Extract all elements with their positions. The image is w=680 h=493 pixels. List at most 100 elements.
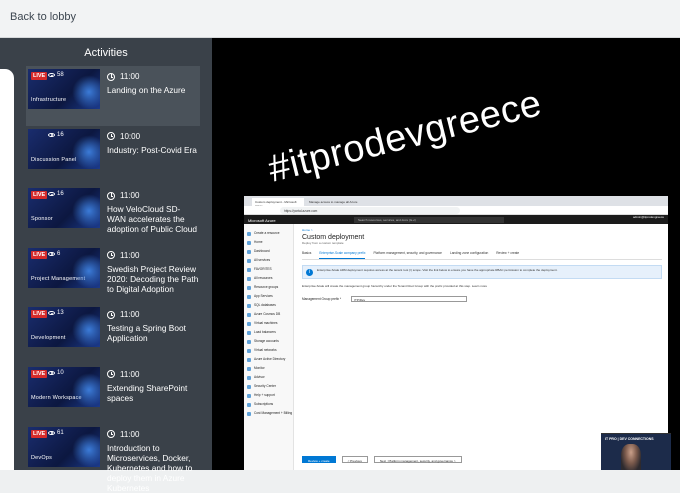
activity-item[interactable]: 16 Discussion Panel 10:00 Industry: Post… [26, 126, 200, 186]
activities-sidebar: Activities LIVE 58 Infrastructure 11:00 … [0, 38, 212, 493]
azure-user: admin@itprodevgreece [632, 215, 664, 219]
viewer-count: 61 [48, 430, 64, 436]
eye-icon [48, 370, 55, 375]
breadcrumb: Home > [302, 228, 313, 232]
viewer-count: 16 [48, 191, 64, 197]
hashtag-overlay: #itprodevgreece [264, 82, 546, 191]
azure-nav-item: SQL databases [244, 301, 293, 310]
eye-icon [48, 311, 55, 316]
browser-tab: Custom deployment - Microsoft Azure [252, 198, 304, 208]
eye-icon [48, 192, 55, 197]
info-banner: Enterprise-Scale ARM deployment requires… [302, 265, 662, 279]
thumbnail-track: Sponsor [31, 216, 53, 223]
activity-item[interactable]: LIVE 6 Project Management 11:00 Swedish … [26, 245, 200, 305]
activity-time: 11:00 [107, 310, 139, 319]
browser-tabs: Custom deployment - Microsoft Azure Mana… [244, 196, 668, 208]
azure-nav-item: All resources [244, 274, 293, 283]
back-to-lobby-link[interactable]: Back to lobby [10, 11, 76, 23]
wizard-step: Enterprise-Scale company prefix [319, 251, 366, 259]
activity-title: Industry: Post-Covid Era [107, 144, 197, 155]
live-badge: LIVE [31, 429, 48, 438]
presenter-avatar [621, 444, 641, 470]
eye-icon [48, 430, 55, 435]
live-badge: LIVE [31, 369, 48, 378]
activity-title: Landing on the Azure [107, 85, 186, 95]
prefix-field-label: Management Group prefix * [302, 297, 342, 301]
activity-title: Extending SharePoint spaces [107, 382, 188, 403]
wizard-step: Review + create [496, 251, 520, 255]
page-subtitle: Deploy from a custom template [302, 241, 344, 245]
thumbnail-track: Development [31, 335, 66, 342]
activity-time-value: 11:00 [120, 72, 140, 81]
activity-item[interactable]: LIVE 58 Infrastructure 11:00 Landing on … [26, 66, 200, 126]
azure-nav-item: Azure Cosmos DB [244, 310, 293, 319]
wizard-button: Review + create [302, 456, 336, 463]
azure-search: Search resources, services, and docs (G+… [354, 216, 504, 223]
azure-brand: Microsoft Azure [248, 217, 276, 223]
thumbnail-track: Project Management [31, 275, 86, 282]
activity-time: 11:00 [107, 251, 139, 260]
viewer-count-value: 6 [57, 250, 61, 257]
shared-browser-window: Custom deployment - Microsoft Azure Mana… [244, 196, 668, 470]
thumbnail-track: Discussion Panel [31, 156, 77, 163]
azure-nav-item: Advisor [244, 373, 293, 382]
clock-icon [107, 132, 115, 141]
clock-icon [107, 310, 115, 319]
clock-icon [107, 370, 115, 379]
activity-thumbnail: LIVE 61 DevOps [28, 426, 100, 467]
activity-time-value: 10:00 [120, 131, 141, 141]
activity-item[interactable]: LIVE 16 Sponsor 11:00 How VeloCloud SD-W… [26, 185, 200, 245]
azure-main: Home > Custom deployment Deploy from a c… [302, 228, 662, 302]
azure-nav-item: Resource groups [244, 283, 293, 292]
activity-title: Swedish Project Review 2020: Decoding th… [107, 263, 199, 294]
viewer-count: 58 [48, 72, 64, 78]
wizard-steps: Basics Enterprise-Scale company prefix Pla… [302, 251, 662, 260]
live-badge: LIVE [31, 310, 48, 319]
wizard-step: Landing zone configuration [449, 251, 489, 255]
video-stream[interactable]: #itprodevgreece Custom deployment - Micr… [212, 38, 680, 470]
azure-nav-item: Virtual networks [244, 346, 293, 355]
top-bar: Back to lobby [0, 0, 680, 38]
activity-time: 10:00 [107, 132, 140, 141]
activity-list: LIVE 58 Infrastructure 11:00 Landing on … [26, 66, 200, 493]
clock-icon [107, 430, 115, 439]
activity-item[interactable]: LIVE 10 Modern Workspace 11:00 Extending… [26, 364, 200, 424]
clock-icon [107, 72, 115, 81]
browser-tab: Manage access to manage all Azure [309, 200, 358, 204]
azure-nav: Create a resource Home Dashboard All servic… [244, 224, 294, 470]
activity-time-value: 11:00 [120, 369, 140, 379]
viewer-count: 13 [48, 310, 64, 316]
azure-nav-item: Home [244, 238, 293, 247]
eye-icon [48, 73, 55, 77]
prefix-field-row: Management Group prefix * ITPrDev [302, 296, 662, 302]
activity-item[interactable]: LIVE 61 DevOps 11:00 Introduction to Mic… [26, 424, 200, 493]
sidebar-title: Activities [84, 47, 128, 59]
activity-thumbnail: LIVE 16 Sponsor [28, 188, 100, 229]
thumbnail-track: DevOps [31, 454, 53, 461]
url-field: https://portal.azure.com [280, 207, 460, 214]
activity-item[interactable]: LIVE 13 Development 11:00 Testing a Spri… [26, 304, 200, 364]
live-badge: LIVE [31, 191, 48, 200]
viewer-count: 10 [48, 370, 64, 376]
wizard-step: Platform management, security, and gover… [373, 251, 442, 255]
activity-time-value: 11:00 [120, 191, 140, 201]
activity-title: Introduction to Microservices, Docker, K… [107, 442, 193, 493]
sidebar-collapse-handle[interactable] [0, 69, 14, 470]
viewer-count: 6 [48, 251, 60, 257]
viewer-count-value: 13 [57, 310, 64, 317]
description-text: Enterprise-Scale will create the managem… [302, 284, 488, 288]
azure-nav-item: All services [244, 256, 293, 265]
azure-nav-item: FAVORITES [244, 265, 293, 274]
viewer-count: 16 [48, 132, 64, 138]
azure-nav-item: Storage accounts [244, 337, 293, 346]
wizard-button: Next : Platform management, security, an… [373, 456, 462, 463]
eye-icon [48, 251, 55, 256]
wizard-step: Basics [302, 251, 312, 255]
azure-nav-item: Dashboard [244, 247, 293, 256]
thumbnail-track: Modern Workspace [31, 394, 82, 401]
activity-time-value: 11:00 [120, 310, 140, 320]
azure-nav-item: Create a resource [244, 229, 293, 238]
thumbnail-track: Infrastructure [31, 97, 67, 103]
activity-thumbnail: LIVE 58 Infrastructure [28, 69, 100, 109]
clock-icon [107, 191, 115, 200]
